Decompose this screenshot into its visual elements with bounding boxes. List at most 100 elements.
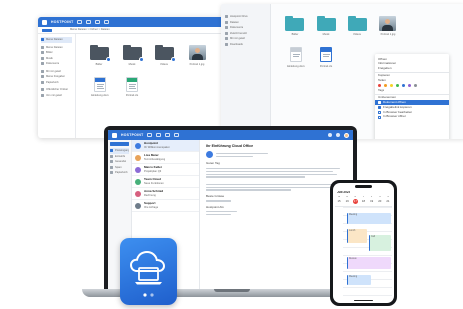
mail-list-item[interactable]: Support Ihre Anfrage (132, 200, 199, 212)
folder-icon (225, 42, 228, 46)
context-menu: Öffnen Informationen Freigeben Kopieren … (375, 54, 449, 139)
mail-folder-icon (110, 171, 113, 175)
tag-color-swatch[interactable] (402, 84, 405, 88)
menu-item-tags[interactable]: Tags (375, 88, 449, 93)
sidebar-item-label: Meine Dateien (46, 38, 63, 42)
file-label: Bilder (95, 63, 103, 66)
checkbox[interactable] (378, 115, 381, 119)
folder-icon (41, 62, 44, 66)
menu-check-label: In Browser bearbeiten (383, 110, 413, 114)
mail-subject-preview: Projektplan Q3 (144, 169, 162, 173)
drive-app-icon[interactable] (104, 20, 110, 24)
mail-list-item[interactable]: Hostpoint Ihr Willkommenspaket (132, 140, 199, 152)
sidebar-item[interactable]: Von mir geteilt (41, 93, 72, 99)
folder-icon (41, 80, 44, 84)
week-day[interactable]: D 16 (343, 196, 351, 205)
mail-folder-icon (110, 149, 113, 153)
folder-icon (41, 75, 44, 79)
week-header: M 15 D 16 M 17 D 18 F 19 S 20 S 21 (335, 196, 392, 205)
mail-list-item[interactable]: Lisa Meier Terminbestätigung (132, 152, 199, 164)
week-day[interactable]: M 15 (335, 196, 343, 205)
week-day[interactable]: M 17 (351, 196, 359, 205)
image-thumbnail[interactable] (379, 16, 396, 31)
week-day[interactable]: F 19 (368, 196, 376, 205)
mail-folder-label: Spam (115, 165, 122, 169)
checkbox[interactable] (378, 110, 381, 114)
mail-signoff: Beste Grüsse (206, 195, 225, 199)
mail-list-item[interactable]: Anna Schmid Rechnung (132, 188, 199, 200)
brand-name: HOSTPOINT (51, 20, 74, 24)
new-button[interactable] (42, 28, 52, 32)
tag-color-swatch[interactable] (414, 84, 417, 88)
user-avatar[interactable] (344, 132, 349, 138)
calendar-event[interactable]: Meeting (347, 213, 391, 224)
tag-color-swatch[interactable] (408, 84, 411, 88)
file-label: Portrait.xls (125, 94, 139, 97)
calendar-event[interactable]: Lunch (347, 229, 367, 243)
folder-icon (41, 51, 44, 55)
sidebar-item[interactable]: Downloads (225, 42, 267, 48)
folder-icon[interactable] (123, 45, 144, 62)
sender-avatar (135, 166, 141, 173)
mail-list-item[interactable]: Marco Keller Projektplan Q3 (132, 164, 199, 176)
sender-avatar (135, 190, 141, 197)
image-thumbnail[interactable] (189, 45, 206, 60)
folder-icon[interactable] (90, 45, 111, 62)
spreadsheet-icon[interactable] (320, 47, 332, 62)
tag-color-swatch[interactable] (390, 84, 393, 88)
spreadsheet-icon[interactable] (126, 77, 138, 92)
document-icon[interactable] (94, 77, 106, 92)
sidebar-item-label: Hostpoint Drive (230, 15, 248, 19)
calendar-event[interactable]: Review (347, 257, 391, 269)
mail-list-item[interactable]: Team Cloud Neue Funktionen (132, 176, 199, 188)
mail-subject: Ihr Einführung Cloud Office (206, 144, 254, 148)
document-icon[interactable] (290, 47, 302, 62)
sidebar-item-label: Meine Freigaben (46, 75, 66, 79)
mail-folder-icon (110, 154, 113, 158)
event-title: Lunch (349, 229, 356, 232)
mail-sender-name: Hostpoint AG (206, 206, 224, 210)
sidebar-item-label: Bilder (46, 51, 53, 55)
mail-subject-preview: Ihr Willkommenspaket (144, 145, 170, 149)
tag-color-swatch[interactable] (396, 84, 399, 88)
tag-color-swatch[interactable] (378, 84, 381, 88)
calendar-event[interactable]: Call (369, 235, 391, 251)
bell-icon[interactable] (328, 133, 332, 137)
day-number: 16 (345, 198, 349, 203)
mail-app-icon[interactable] (147, 133, 153, 137)
compose-button[interactable] (110, 142, 129, 146)
calendar-app-icon[interactable] (86, 20, 92, 24)
calendar-app-icon[interactable] (156, 133, 162, 137)
brand-logo-icon (42, 19, 47, 25)
week-day[interactable]: D 18 (359, 196, 367, 205)
day-number: 20 (378, 198, 382, 203)
sidebar-item-label: Zuletzt benutzt (230, 31, 248, 35)
contacts-app-icon[interactable] (95, 20, 101, 24)
folder-icon[interactable] (155, 45, 176, 62)
folder-icon (41, 69, 44, 73)
week-day[interactable]: S 21 (384, 196, 392, 205)
mail-app-icon[interactable] (77, 20, 83, 24)
mail-folder-item[interactable]: Papierkorb (110, 170, 129, 176)
brand-logo-icon (112, 132, 117, 138)
checkbox[interactable] (378, 101, 381, 105)
checkbox[interactable] (378, 106, 381, 110)
menu-check-item[interactable]: In Browser öffnen (375, 115, 449, 120)
menu-item-share[interactable]: Freigeben (375, 67, 449, 72)
day-number: 15 (337, 198, 341, 203)
breadcrumb[interactable]: Meine Dateien > Ordner > Dateien (70, 28, 110, 31)
folder-icon[interactable] (317, 16, 336, 31)
drive-app-icon[interactable] (174, 133, 180, 137)
tag-color-swatch[interactable] (384, 84, 387, 88)
menu-check-label: In Browser öffnen (383, 115, 407, 119)
folder-icon[interactable] (285, 16, 304, 31)
sidebar-item-label: Mit mir geteilt (46, 69, 62, 73)
file-label: Portrait 1.jpg (380, 33, 396, 36)
contacts-app-icon[interactable] (165, 133, 171, 137)
week-day[interactable]: S 20 (376, 196, 384, 205)
home-indicator (354, 299, 373, 301)
folder-icon[interactable] (348, 16, 367, 31)
calendar-event[interactable]: Meeting (347, 275, 371, 285)
settings-icon[interactable] (336, 133, 340, 137)
sender-avatar (135, 178, 141, 185)
